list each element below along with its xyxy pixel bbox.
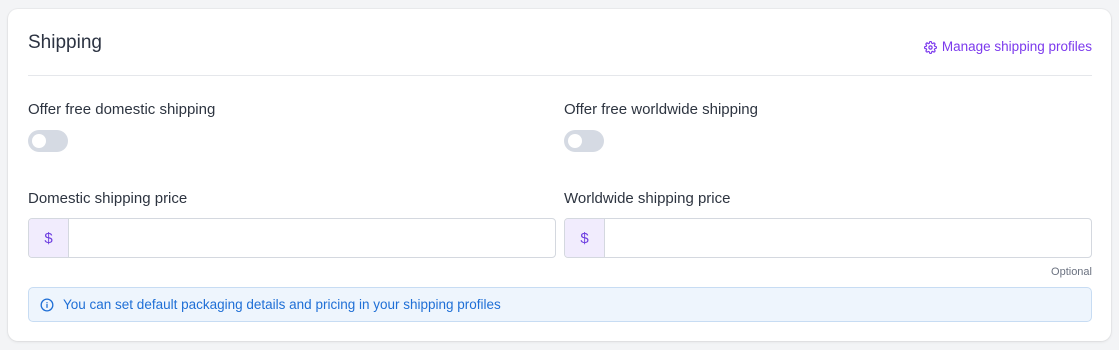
free-domestic-toggle[interactable] (28, 130, 68, 152)
section-title: Shipping (28, 32, 102, 53)
toggle-knob (568, 134, 582, 148)
free-worldwide-label: Offer free worldwide shipping (564, 101, 758, 118)
domestic-price-input[interactable] (69, 219, 555, 257)
info-icon (40, 298, 54, 312)
domestic-price-label: Domestic shipping price (28, 190, 188, 207)
shipping-card: Shipping Manage shipping profiles Offer … (8, 9, 1111, 341)
info-message: You can set default packaging details an… (63, 297, 501, 312)
manage-link-label: Manage shipping profiles (941, 39, 1092, 54)
optional-hint: Optional (1051, 266, 1092, 278)
currency-prefix: $ (29, 219, 69, 257)
worldwide-price-field: $ (564, 218, 1092, 258)
worldwide-price-label: Worldwide shipping price (564, 190, 731, 207)
free-worldwide-toggle[interactable] (564, 130, 604, 152)
header-divider (28, 75, 1092, 76)
free-domestic-label: Offer free domestic shipping (28, 101, 216, 118)
manage-shipping-profiles-link[interactable]: Manage shipping profiles (923, 39, 1092, 55)
info-alert: You can set default packaging details an… (28, 287, 1092, 322)
worldwide-price-input[interactable] (605, 219, 1091, 257)
gear-icon (923, 40, 937, 54)
domestic-price-field: $ (28, 218, 556, 258)
currency-prefix: $ (565, 219, 605, 257)
toggle-knob (32, 134, 46, 148)
